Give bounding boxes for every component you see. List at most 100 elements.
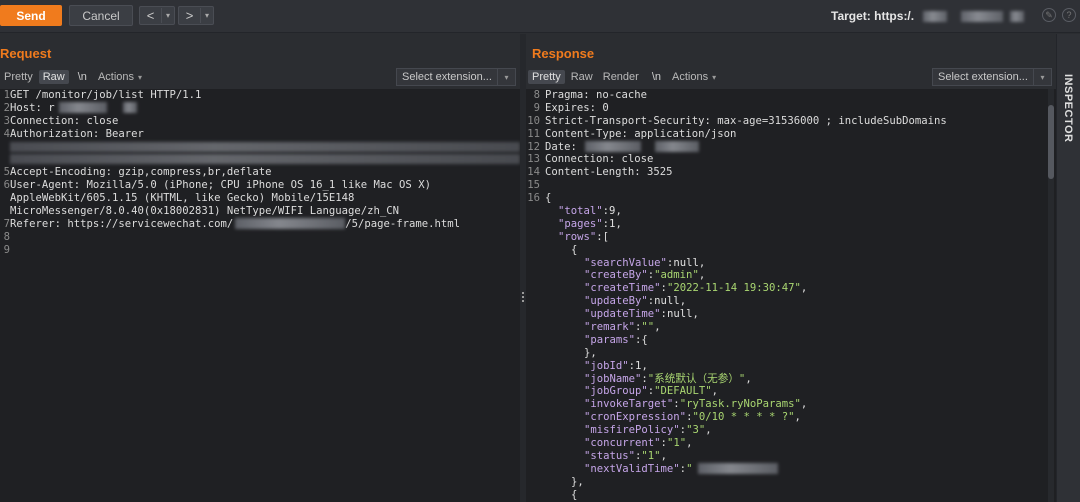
json-entry: "updateBy":null, bbox=[540, 295, 686, 307]
json-entry: "invokeTarget":"ryTask.ryNoParams", bbox=[540, 398, 807, 410]
json-comma: , bbox=[615, 205, 622, 218]
actions-label: Actions bbox=[672, 71, 709, 83]
json-line: "remark":"", bbox=[526, 321, 1056, 334]
request-line bbox=[0, 153, 520, 166]
json-entry: "rows":[ bbox=[540, 231, 609, 243]
response-select-extension[interactable]: Select extension... ▾ bbox=[932, 68, 1052, 86]
chevron-down-icon: ▾ bbox=[138, 72, 143, 82]
json-entry: "jobName":"系统默认（无参）", bbox=[540, 373, 752, 385]
request-editor[interactable]: 1GET /monitor/job/list HTTP/1.1 2Host: r3… bbox=[0, 89, 520, 502]
json-key: "concurrent" bbox=[584, 437, 661, 450]
inspector-sidebar[interactable]: INSPECTOR bbox=[1056, 34, 1080, 502]
line-number: 8 bbox=[3, 230, 10, 243]
line-text: Date: bbox=[545, 140, 577, 153]
response-line: 14 Content-Length: 3525 bbox=[526, 166, 1056, 179]
edit-target-icon[interactable]: ✎ bbox=[1042, 8, 1056, 22]
back-nav-group[interactable]: < ▾ bbox=[139, 6, 175, 25]
line-text: MicroMessenger/8.0.40(0x18002831) NetTyp… bbox=[10, 205, 400, 218]
request-line: 8 bbox=[0, 231, 520, 244]
actions-menu[interactable]: Actions ▾ bbox=[94, 70, 146, 84]
json-entry: "nextValidTime":" bbox=[540, 463, 779, 475]
select-extension-label: Select extension... bbox=[938, 71, 1028, 83]
json-entry: }, bbox=[540, 347, 597, 359]
line-number: 2 bbox=[3, 101, 10, 114]
line-text: User-Agent: Mozilla/5.0 (iPhone; CPU iPh… bbox=[10, 179, 431, 192]
tab-newline[interactable]: \n bbox=[648, 70, 665, 84]
actions-menu[interactable]: Actions ▾ bbox=[668, 70, 720, 84]
json-value: null bbox=[654, 295, 680, 308]
json-key: "pages" bbox=[558, 217, 603, 230]
tab-pretty[interactable]: Pretty bbox=[528, 70, 565, 84]
json-value: { bbox=[571, 488, 578, 501]
tab-pretty[interactable]: Pretty bbox=[0, 70, 37, 84]
json-line: }, bbox=[526, 347, 1056, 360]
json-key: "cronExpression" bbox=[584, 411, 687, 424]
line-text: Content-Length: 3525 bbox=[545, 166, 673, 179]
back-arrow-icon[interactable]: < bbox=[140, 8, 162, 23]
request-line: 3Connection: close bbox=[0, 115, 520, 128]
forward-nav-group[interactable]: > ▾ bbox=[178, 6, 214, 25]
json-value: }, bbox=[571, 475, 584, 488]
json-line: { bbox=[526, 489, 1056, 502]
tab-raw[interactable]: Raw bbox=[567, 70, 597, 84]
json-entry: "misfirePolicy":"3", bbox=[540, 424, 712, 436]
json-value: "ryTask.ryNoParams" bbox=[679, 398, 801, 411]
json-entry: "status":"1", bbox=[540, 450, 667, 462]
cancel-button[interactable]: Cancel bbox=[69, 5, 133, 26]
request-select-extension[interactable]: Select extension... ▾ bbox=[396, 68, 516, 86]
json-line: "createTime":"2022-11-14 19:30:47", bbox=[526, 282, 1056, 295]
response-tabs: Pretty Raw Render \n Actions ▾ bbox=[528, 68, 722, 86]
json-line: "nextValidTime":" bbox=[526, 463, 1056, 476]
forward-history-dropdown-icon[interactable]: ▾ bbox=[201, 11, 213, 20]
line-number: 9 bbox=[533, 101, 540, 114]
help-icon[interactable]: ? bbox=[1062, 8, 1076, 22]
line-number: 10 bbox=[527, 114, 540, 127]
json-entry: }, bbox=[540, 476, 584, 488]
line-text: Host: r bbox=[10, 101, 55, 114]
tab-render[interactable]: Render bbox=[599, 70, 643, 84]
request-line: 6User-Agent: Mozilla/5.0 (iPhone; CPU iP… bbox=[0, 179, 520, 192]
json-value: "0/10 * * * * ?" bbox=[692, 411, 795, 424]
forward-arrow-icon[interactable]: > bbox=[179, 8, 201, 23]
response-line: 16 { bbox=[526, 192, 1056, 205]
send-button[interactable]: Send bbox=[0, 5, 62, 26]
json-key: "jobName" bbox=[584, 372, 642, 385]
json-entry: "cronExpression":"0/10 * * * * ?", bbox=[540, 411, 801, 423]
json-line: "searchValue":null, bbox=[526, 257, 1056, 270]
json-line: "jobGroup":"DEFAULT", bbox=[526, 385, 1056, 398]
json-comma: , bbox=[679, 295, 687, 308]
referer-suffix: /5/page-frame.html bbox=[345, 217, 461, 230]
request-line: 2Host: r bbox=[0, 102, 520, 115]
response-line: 9 Expires: 0 bbox=[526, 102, 1056, 115]
tab-newline[interactable]: \n bbox=[74, 70, 91, 84]
drag-handle-icon[interactable] bbox=[522, 292, 524, 304]
json-line: { bbox=[526, 244, 1056, 257]
request-line: 1GET /monitor/job/list HTTP/1.1 bbox=[0, 89, 520, 102]
request-line: MicroMessenger/8.0.40(0x18002831) NetTyp… bbox=[0, 205, 520, 218]
toolbar: Send Cancel < ▾ > ▾ Target: https:/. ✎ ? bbox=[0, 0, 1080, 33]
json-comma: , bbox=[641, 359, 648, 372]
target-label[interactable]: Target: https:/. bbox=[831, 9, 1025, 23]
json-value: null bbox=[666, 308, 693, 321]
json-comma: , bbox=[660, 449, 667, 462]
line-text: Pragma: no-cache bbox=[545, 89, 648, 101]
json-entry: "jobId":1, bbox=[540, 360, 648, 372]
json-value: { bbox=[641, 333, 648, 346]
response-editor[interactable]: 8 Pragma: no-cache 9 Expires: 0 10 Strict-Tra… bbox=[526, 89, 1056, 502]
redacted-text bbox=[122, 102, 137, 114]
redacted-host bbox=[1010, 11, 1025, 23]
json-comma: , bbox=[615, 217, 622, 230]
inspector-tab[interactable]: INSPECTOR bbox=[1062, 74, 1074, 142]
json-line: "updateTime":null, bbox=[526, 308, 1056, 321]
line-number: 9 bbox=[3, 243, 10, 256]
json-key: "total" bbox=[558, 205, 603, 218]
json-key: "jobGroup" bbox=[584, 385, 648, 398]
json-line: "invokeTarget":"ryTask.ryNoParams", bbox=[526, 398, 1056, 411]
json-value: "1" bbox=[666, 437, 687, 450]
json-line: "jobName":"系统默认（无参）", bbox=[526, 373, 1056, 386]
line-number: 16 bbox=[527, 192, 540, 205]
tab-raw[interactable]: Raw bbox=[38, 70, 69, 84]
json-entry: "createTime":"2022-11-14 19:30:47", bbox=[540, 282, 807, 294]
back-history-dropdown-icon[interactable]: ▾ bbox=[162, 11, 174, 20]
json-comma: , bbox=[705, 424, 712, 437]
